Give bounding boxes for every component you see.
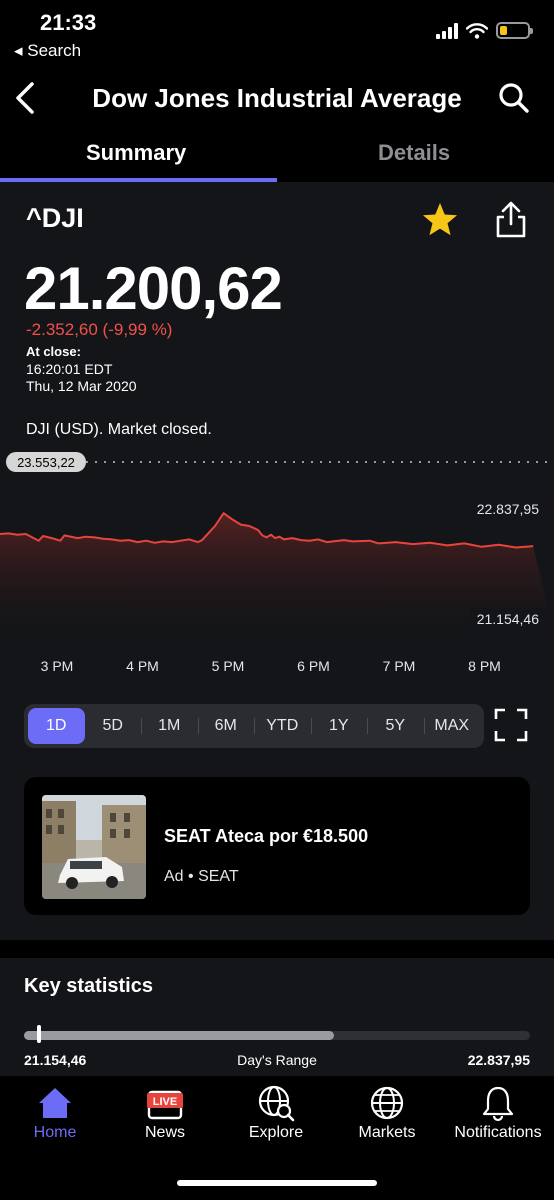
status-icons bbox=[436, 22, 533, 39]
close-label: At close: bbox=[26, 344, 81, 359]
tab-details[interactable]: Details bbox=[378, 140, 450, 166]
ad-car-image[interactable] bbox=[42, 795, 146, 899]
nav-markets-label: Markets bbox=[358, 1124, 416, 1141]
status-time: 21:33 bbox=[40, 10, 97, 35]
tab-summary[interactable]: Summary bbox=[86, 140, 186, 166]
nav-home-label: Home bbox=[33, 1124, 77, 1141]
days-range-fill bbox=[24, 1031, 334, 1040]
close-time: 16:20:01 EDT bbox=[26, 361, 113, 377]
days-range-high: 22.837,95 bbox=[467, 1052, 530, 1068]
x-tick-label: 3 PM bbox=[41, 658, 74, 674]
price-change: -2.352,60 (-9,99 %) bbox=[26, 320, 173, 339]
search-icon[interactable] bbox=[496, 80, 532, 116]
range-6m[interactable]: 6M bbox=[197, 708, 255, 744]
x-tick-label: 5 PM bbox=[212, 658, 245, 674]
wifi-icon bbox=[466, 22, 488, 39]
close-date: Thu, 12 Mar 2020 bbox=[26, 378, 137, 394]
globe-icon bbox=[370, 1086, 404, 1120]
low-label: 21.154,46 bbox=[477, 611, 539, 627]
x-tick-label: 4 PM bbox=[126, 658, 159, 674]
ticker-symbol: ^DJI bbox=[26, 203, 84, 233]
nav-explore[interactable]: Explore bbox=[221, 1084, 331, 1142]
market-status: DJI (USD). Market closed. bbox=[26, 421, 212, 438]
previous-close-label: 23.553,22 bbox=[17, 455, 75, 470]
nav-home[interactable]: Home bbox=[0, 1084, 110, 1142]
ad-title[interactable]: SEAT Ateca por €18.500 bbox=[164, 826, 368, 847]
high-label: 22.837,95 bbox=[477, 501, 539, 517]
nav-news[interactable]: LIVE News bbox=[110, 1084, 220, 1142]
x-tick-label: 6 PM bbox=[297, 658, 330, 674]
nav-markets[interactable]: Markets bbox=[332, 1084, 442, 1142]
battery-icon bbox=[496, 22, 533, 39]
ad-sponsor: Ad • SEAT bbox=[164, 868, 239, 885]
home-icon bbox=[39, 1088, 71, 1118]
range-selector: 1D 5D 1M 6M YTD 1Y 5Y MAX bbox=[24, 704, 484, 748]
nav-news-label: News bbox=[144, 1124, 185, 1141]
globe-search-icon bbox=[258, 1085, 295, 1122]
nav-notifications[interactable]: Notifications bbox=[443, 1084, 553, 1142]
x-tick-label: 8 PM bbox=[468, 658, 501, 674]
current-price: 21.200,62 bbox=[24, 255, 283, 322]
live-badge: LIVE bbox=[153, 1096, 177, 1108]
fullscreen-icon[interactable] bbox=[494, 708, 528, 742]
range-5y[interactable]: 5Y bbox=[367, 708, 424, 744]
range-max[interactable]: MAX bbox=[423, 708, 481, 744]
home-indicator bbox=[177, 1180, 377, 1186]
back-to-search-link[interactable]: ◂ Search bbox=[14, 41, 81, 61]
range-1m[interactable]: 1M bbox=[141, 708, 198, 744]
share-icon[interactable] bbox=[492, 200, 530, 240]
price-chart[interactable]: 23.553,22 22.837,95 21.154,46 3 PM 4 PM 5 … bbox=[0, 448, 554, 680]
nav-notifications-label: Notifications bbox=[454, 1124, 542, 1141]
nav-explore-label: Explore bbox=[248, 1124, 304, 1141]
range-ytd[interactable]: YTD bbox=[254, 708, 311, 744]
range-1d[interactable]: 1D bbox=[28, 708, 85, 744]
range-5d[interactable]: 5D bbox=[85, 708, 142, 744]
signal-icon bbox=[436, 22, 458, 39]
days-range-marker bbox=[37, 1025, 42, 1043]
bell-icon bbox=[482, 1086, 514, 1122]
page-title: Dow Jones Industrial Average bbox=[92, 83, 462, 113]
range-1y[interactable]: 1Y bbox=[310, 708, 368, 744]
x-tick-label: 7 PM bbox=[383, 658, 416, 674]
key-statistics-title: Key statistics bbox=[24, 975, 153, 997]
favorite-star-icon[interactable] bbox=[420, 200, 460, 240]
live-news-icon: LIVE bbox=[147, 1090, 183, 1120]
